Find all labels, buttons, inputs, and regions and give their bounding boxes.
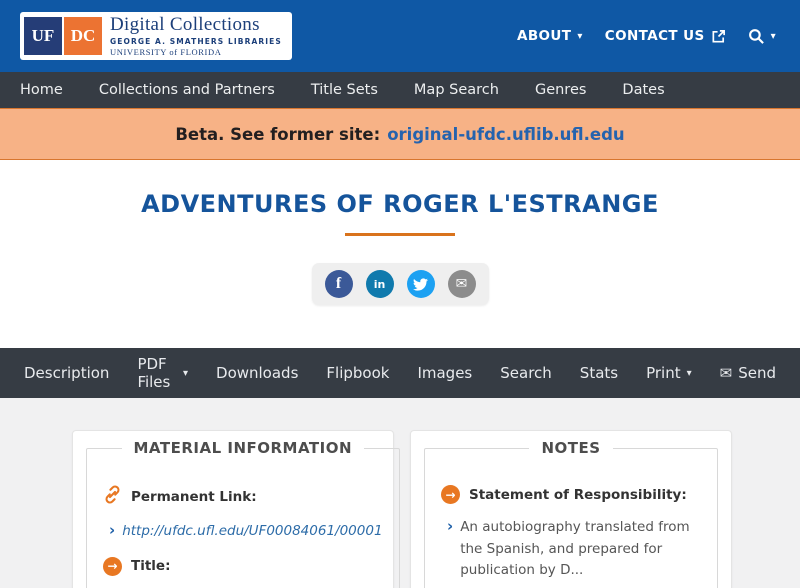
statement-of-responsibility-row: → Statement of Responsibility: xyxy=(441,485,701,504)
site-header: UF DC Digital Collections GEORGE A. SMAT… xyxy=(0,0,800,72)
toolbar-send[interactable]: ✉ Send xyxy=(706,364,776,382)
nav-item-collections-and-partners[interactable]: Collections and Partners xyxy=(87,82,287,98)
title-section: ADVENTURES OF ROGER L'ESTRANGE f in ✉ xyxy=(0,160,800,348)
statement-of-responsibility-value-row: › An autobiography translated from the S… xyxy=(447,517,701,582)
page-title: ADVENTURES OF ROGER L'ESTRANGE xyxy=(141,190,659,218)
permanent-link-value-row: › http://ufdc.ufl.edu/UF00084061/00001 xyxy=(109,521,383,543)
title-underline xyxy=(345,233,455,236)
arrow-circle-icon: → xyxy=(441,485,460,504)
chevron-down-icon: ▾ xyxy=(686,367,692,379)
toolbar-pdf-files-label: PDF Files xyxy=(137,355,171,391)
envelope-icon: ✉ xyxy=(719,364,733,382)
contact-us-label: CONTACT US xyxy=(604,28,705,44)
beta-banner-text: Beta. See former site: xyxy=(175,124,381,144)
toolbar-search[interactable]: Search xyxy=(486,364,566,382)
toolbar-stats[interactable]: Stats xyxy=(566,364,632,382)
link-icon xyxy=(103,485,122,508)
beta-banner: Beta. See former site: original-ufdc.ufl… xyxy=(0,108,800,160)
nav-item-home[interactable]: Home xyxy=(8,82,75,98)
toolbar-pdf-files[interactable]: PDF Files ▾ xyxy=(123,355,202,391)
external-link-icon xyxy=(711,29,726,44)
material-information-title: MATERIAL INFORMATION xyxy=(133,439,353,457)
uf-logo-square: UF xyxy=(24,17,62,55)
logo-text: Digital Collections GEORGE A. SMATHERS L… xyxy=(110,15,282,57)
ufdc-logo[interactable]: UF DC Digital Collections GEORGE A. SMAT… xyxy=(20,12,292,60)
main-nav: Home Collections and Partners Title Sets… xyxy=(0,72,800,108)
toolbar-flipbook[interactable]: Flipbook xyxy=(312,364,403,382)
chevron-down-icon: ▾ xyxy=(770,30,776,42)
social-share-pill: f in ✉ xyxy=(311,263,489,305)
chevron-down-icon: ▾ xyxy=(182,367,189,379)
social-share-bar: f in ✉ xyxy=(0,263,800,305)
item-toolbar: Description PDF Files ▾ Downloads Flipbo… xyxy=(0,348,800,398)
statement-of-responsibility-value: An autobiography translated from the Spa… xyxy=(460,519,690,579)
twitter-bird-icon xyxy=(413,277,428,291)
about-menu[interactable]: ABOUT ▾ xyxy=(517,28,583,44)
twitter-share-button[interactable] xyxy=(406,270,435,298)
header-menu: ABOUT ▾ CONTACT US ▾ xyxy=(517,28,776,45)
ufdc-logo-squares: UF DC xyxy=(24,17,102,55)
chevron-right-icon: › xyxy=(447,517,454,535)
logo-subtitle: GEORGE A. SMATHERS LIBRARIES xyxy=(110,37,282,47)
about-menu-label: ABOUT xyxy=(516,28,572,44)
toolbar-description[interactable]: Description xyxy=(24,364,123,382)
former-site-link[interactable]: original-ufdc.uflib.ufl.edu xyxy=(387,125,624,144)
dc-logo-square: DC xyxy=(64,17,102,55)
toolbar-print[interactable]: Print ▾ xyxy=(632,364,706,382)
facebook-share-button[interactable]: f xyxy=(324,270,353,298)
toolbar-right-group: Stats Print ▾ ✉ Send xyxy=(566,364,776,382)
nav-item-map-search[interactable]: Map Search xyxy=(402,82,511,98)
permanent-link-label: Permanent Link: xyxy=(131,488,257,505)
nav-item-genres[interactable]: Genres xyxy=(523,82,598,98)
material-information-panel: MATERIAL INFORMATION Permanent Link: › h… xyxy=(72,430,400,588)
title-row: → Title: xyxy=(103,556,383,576)
chevron-down-icon: ▾ xyxy=(577,30,583,42)
toolbar-downloads[interactable]: Downloads xyxy=(202,364,312,382)
chevron-right-icon: › xyxy=(109,521,116,539)
toolbar-left-group: Description PDF Files ▾ Downloads Flipbo… xyxy=(24,355,566,391)
permanent-link-url[interactable]: http://ufdc.ufl.edu/UF00084061/00001 xyxy=(122,521,382,543)
email-share-button[interactable]: ✉ xyxy=(447,270,476,298)
contact-us-link[interactable]: CONTACT US xyxy=(605,28,726,44)
toolbar-print-label: Print xyxy=(646,364,681,382)
toolbar-images[interactable]: Images xyxy=(403,364,486,382)
search-menu[interactable]: ▾ xyxy=(748,28,776,45)
toolbar-send-label: Send xyxy=(738,364,776,382)
logo-title: Digital Collections xyxy=(110,14,260,36)
notes-title: NOTES xyxy=(541,439,601,457)
permanent-link-row: Permanent Link: xyxy=(103,485,383,508)
search-icon xyxy=(748,28,765,45)
title-label: Title: xyxy=(131,558,171,575)
statement-of-responsibility-label: Statement of Responsibility: xyxy=(469,486,687,503)
logo-institution: UNIVERSITY of FLORIDA xyxy=(110,46,222,57)
item-metadata-content: MATERIAL INFORMATION Permanent Link: › h… xyxy=(0,398,800,588)
arrow-circle-icon: → xyxy=(103,556,122,576)
nav-item-dates[interactable]: Dates xyxy=(610,82,676,98)
linkedin-share-button[interactable]: in xyxy=(365,270,394,298)
notes-panel: NOTES → Statement of Responsibility: › A… xyxy=(410,430,732,588)
nav-item-title-sets[interactable]: Title Sets xyxy=(299,82,390,98)
